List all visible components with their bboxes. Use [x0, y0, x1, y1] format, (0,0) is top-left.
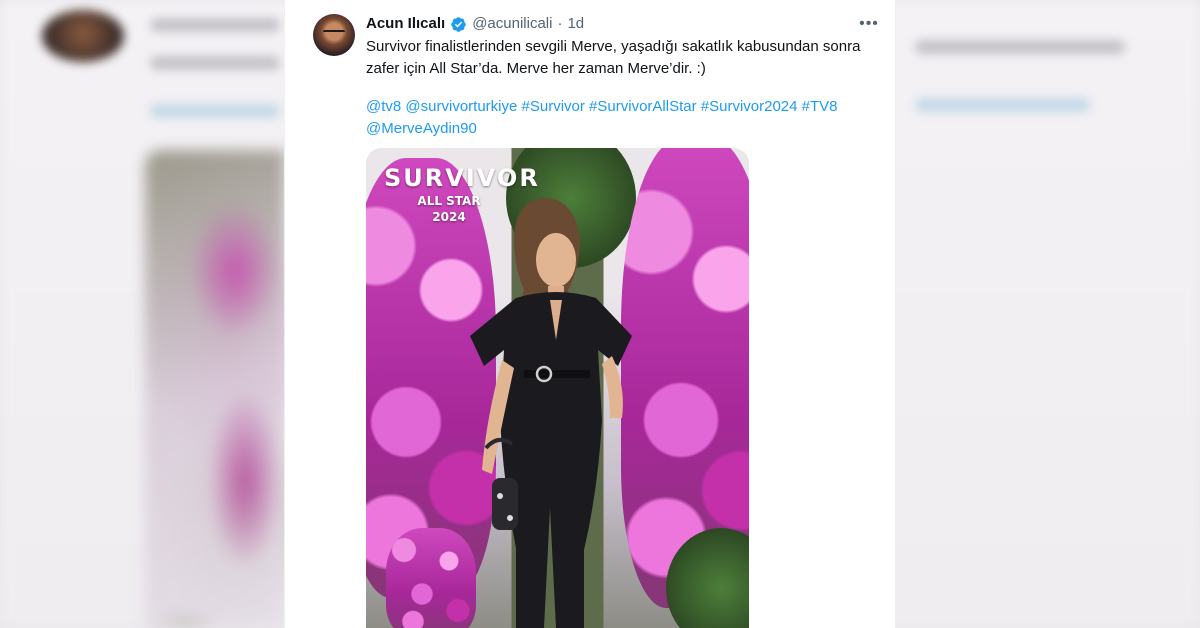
logo-title: SURVIVOR: [384, 164, 540, 192]
background-text-blur: [915, 40, 1125, 54]
mention-link[interactable]: @survivorturkiye: [405, 98, 517, 115]
background-link-blur: [150, 104, 280, 118]
tweet-card[interactable]: Acun Ilıcalı @acunilicali · 1d ••• Survi…: [284, 0, 896, 628]
logo-year: 2024: [432, 210, 466, 224]
tweet-links: @tv8 @survivorturkiye #Survivor #Survivo…: [366, 96, 886, 140]
separator-dot: ·: [557, 15, 563, 32]
tweet-text: Survivor finalistlerinden sevgili Merve,…: [366, 38, 861, 77]
logo-subtitle: ALL STAR: [417, 194, 481, 208]
avatar-glasses: [323, 30, 345, 36]
author-handle[interactable]: @acunilicali: [472, 14, 552, 34]
survivor-logo: SURVIVOR ALL STAR 2024: [384, 164, 540, 224]
hashtag-link[interactable]: #Survivor2024: [701, 98, 798, 115]
tweet-timestamp[interactable]: 1d: [567, 14, 584, 34]
background-link-blur: [915, 98, 1090, 112]
background-text-blur: [150, 56, 280, 70]
author-avatar[interactable]: [313, 14, 355, 56]
background-avatar-blur: [42, 10, 124, 62]
hashtag-link[interactable]: #Survivor: [522, 98, 585, 115]
tweet-media-image[interactable]: SURVIVOR ALL STAR 2024: [366, 148, 749, 628]
mention-link[interactable]: @tv8: [366, 98, 401, 115]
background-photo-blur: [145, 150, 285, 628]
more-options-icon[interactable]: •••: [859, 14, 879, 34]
background-text-blur: [150, 18, 280, 32]
hashtag-link[interactable]: #TV8: [802, 98, 838, 115]
hashtag-link[interactable]: #SurvivorAllStar: [589, 98, 697, 115]
mention-link[interactable]: @MerveAydin90: [366, 120, 477, 137]
author-name[interactable]: Acun Ilıcalı: [366, 14, 445, 34]
verified-badge-icon: [451, 16, 466, 32]
tweet-header: Acun Ilıcalı @acunilicali · 1d •••: [366, 14, 879, 34]
